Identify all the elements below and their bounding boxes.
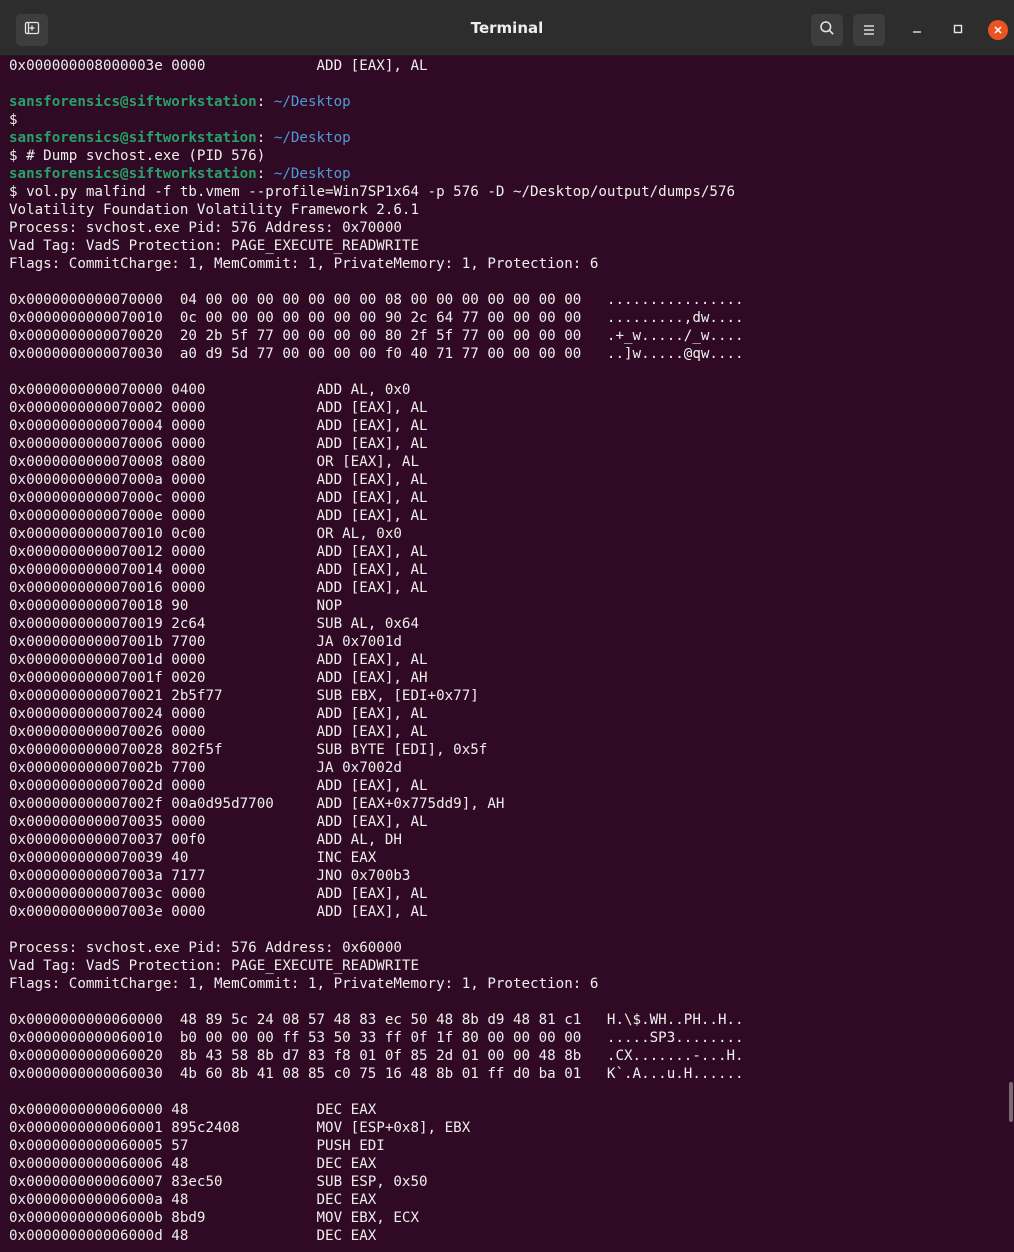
output-line: 0x000000000007003c 0000 ADD [EAX], AL bbox=[9, 886, 428, 902]
output-line: Process: svchost.exe Pid: 576 Address: 0… bbox=[9, 220, 402, 236]
prompt-path: ~/Desktop bbox=[273, 130, 351, 146]
close-icon bbox=[994, 23, 1002, 37]
output-line: 0x0000000000070012 0000 ADD [EAX], AL bbox=[9, 544, 428, 560]
output-line: $ # Dump svchost.exe (PID 576) bbox=[9, 148, 266, 164]
prompt-path: ~/Desktop bbox=[273, 94, 351, 110]
terminal-output[interactable]: 0x000000008000003e 0000 ADD [EAX], AL san… bbox=[0, 56, 1014, 1252]
output-line: 0x0000000000060030 4b 60 8b 41 08 85 c0 … bbox=[9, 1066, 744, 1082]
output-line: Vad Tag: VadS Protection: PAGE_EXECUTE_R… bbox=[9, 238, 419, 254]
scrollbar-thumb[interactable] bbox=[1009, 1082, 1013, 1122]
output-line: 0x0000000000070002 0000 ADD [EAX], AL bbox=[9, 400, 428, 416]
search-button[interactable] bbox=[811, 14, 843, 46]
menu-button[interactable] bbox=[853, 14, 885, 46]
output-line: 0x0000000000070010 0c00 OR AL, 0x0 bbox=[9, 526, 402, 542]
output-line: 0x000000000007002b 7700 JA 0x7002d bbox=[9, 760, 402, 776]
output-line: 0x0000000000060000 48 DEC EAX bbox=[9, 1102, 377, 1118]
output-line: 0x000000000006000d 48 DEC EAX bbox=[9, 1228, 377, 1244]
output-line: 0x0000000000070026 0000 ADD [EAX], AL bbox=[9, 724, 428, 740]
new-tab-icon bbox=[24, 20, 40, 40]
output-line: 0x0000000000070014 0000 ADD [EAX], AL bbox=[9, 562, 428, 578]
hamburger-menu-icon bbox=[862, 21, 876, 40]
output-line: 0x000000000006000a 48 DEC EAX bbox=[9, 1192, 377, 1208]
output-line: 0x0000000000070004 0000 ADD [EAX], AL bbox=[9, 418, 428, 434]
output-line: 0x0000000000070008 0800 OR [EAX], AL bbox=[9, 454, 419, 470]
output-line: 0x0000000000070020 20 2b 5f 77 00 00 00 … bbox=[9, 328, 744, 344]
prompt-line: sansforensics@siftworkstation: ~/Desktop bbox=[9, 93, 744, 111]
output-line: $ bbox=[9, 112, 18, 128]
output-line: 0x0000000000070018 90 NOP bbox=[9, 598, 343, 614]
output-line: 0x0000000000070024 0000 ADD [EAX], AL bbox=[9, 706, 428, 722]
prompt-separator: : bbox=[256, 166, 274, 182]
maximize-icon bbox=[953, 23, 963, 38]
output-line: 0x000000000007001b 7700 JA 0x7001d bbox=[9, 634, 402, 650]
output-line: 0x0000000000070021 2b5f77 SUB EBX, [EDI+… bbox=[9, 688, 479, 704]
new-tab-button[interactable] bbox=[16, 14, 48, 46]
output-line: 0x0000000000060007 83ec50 SUB ESP, 0x50 bbox=[9, 1174, 428, 1190]
output-line: $ vol.py malfind -f tb.vmem --profile=Wi… bbox=[9, 184, 736, 200]
close-button[interactable] bbox=[988, 20, 1008, 40]
output-line: 0x000000000007000c 0000 ADD [EAX], AL bbox=[9, 490, 428, 506]
output-line: 0x000000000006000b 8bd9 MOV EBX, ECX bbox=[9, 1210, 419, 1226]
prompt-separator: : bbox=[256, 94, 274, 110]
output-line: 0x0000000000070010 0c 00 00 00 00 00 00 … bbox=[9, 310, 744, 326]
output-line: 0x0000000000070006 0000 ADD [EAX], AL bbox=[9, 436, 428, 452]
prompt-user: sansforensics@siftworkstation bbox=[9, 94, 257, 110]
prompt-separator: : bbox=[256, 130, 274, 146]
maximize-button[interactable] bbox=[948, 20, 968, 40]
output-line: 0x0000000000070000 0400 ADD AL, 0x0 bbox=[9, 382, 411, 398]
search-icon bbox=[819, 20, 835, 40]
terminal-window: Terminal 0x000000008000003e 0000 ADD [EA… bbox=[0, 0, 1014, 1252]
output-line: 0x0000000000060000 48 89 5c 24 08 57 48 … bbox=[9, 1012, 744, 1028]
prompt-user: sansforensics@siftworkstation bbox=[9, 166, 257, 182]
output-line: 0x000000000007001f 0020 ADD [EAX], AH bbox=[9, 670, 428, 686]
prompt-user: sansforensics@siftworkstation bbox=[9, 130, 257, 146]
output-line: 0x0000000000070035 0000 ADD [EAX], AL bbox=[9, 814, 428, 830]
output-line: 0x0000000000070028 802f5f SUB BYTE [EDI]… bbox=[9, 742, 488, 758]
output-line: 0x000000000007002f 00a0d95d7700 ADD [EAX… bbox=[9, 796, 505, 812]
output-line: 0x0000000000060005 57 PUSH EDI bbox=[9, 1138, 385, 1154]
terminal-lines: 0x000000008000003e 0000 ADD [EAX], AL san… bbox=[9, 57, 744, 1245]
output-line: 0x0000000000060010 b0 00 00 00 ff 53 50 … bbox=[9, 1030, 744, 1046]
output-line: 0x0000000000070019 2c64 SUB AL, 0x64 bbox=[9, 616, 419, 632]
output-line: Process: svchost.exe Pid: 576 Address: 0… bbox=[9, 940, 402, 956]
output-line: Flags: CommitCharge: 1, MemCommit: 1, Pr… bbox=[9, 976, 599, 992]
output-line: 0x0000000000060006 48 DEC EAX bbox=[9, 1156, 377, 1172]
title-bar: Terminal bbox=[0, 0, 1014, 56]
output-line: Vad Tag: VadS Protection: PAGE_EXECUTE_R… bbox=[9, 958, 419, 974]
output-line: 0x000000000007003e 0000 ADD [EAX], AL bbox=[9, 904, 428, 920]
output-line: 0x0000000000070030 a0 d9 5d 77 00 00 00 … bbox=[9, 346, 744, 362]
minimize-button[interactable] bbox=[907, 20, 927, 40]
output-line: 0x000000000007001d 0000 ADD [EAX], AL bbox=[9, 652, 428, 668]
prompt-path: ~/Desktop bbox=[273, 166, 351, 182]
output-line: 0x0000000000060001 895c2408 MOV [ESP+0x8… bbox=[9, 1120, 471, 1136]
output-line: 0x000000008000003e 0000 ADD [EAX], AL bbox=[9, 58, 428, 74]
output-line: 0x0000000000070016 0000 ADD [EAX], AL bbox=[9, 580, 428, 596]
output-line: Volatility Foundation Volatility Framewo… bbox=[9, 202, 419, 218]
minimize-icon bbox=[912, 23, 922, 38]
output-line: 0x000000000007000a 0000 ADD [EAX], AL bbox=[9, 472, 428, 488]
output-line: 0x0000000000060020 8b 43 58 8b d7 83 f8 … bbox=[9, 1048, 744, 1064]
output-line: 0x0000000000070037 00f0 ADD AL, DH bbox=[9, 832, 402, 848]
output-line: 0x000000000007002d 0000 ADD [EAX], AL bbox=[9, 778, 428, 794]
output-line: Flags: CommitCharge: 1, MemCommit: 1, Pr… bbox=[9, 256, 599, 272]
prompt-line: sansforensics@siftworkstation: ~/Desktop bbox=[9, 165, 744, 183]
output-line: 0x000000000007003a 7177 JNO 0x700b3 bbox=[9, 868, 411, 884]
output-line: 0x0000000000070000 04 00 00 00 00 00 00 … bbox=[9, 292, 744, 308]
scrollbar[interactable] bbox=[1008, 56, 1014, 1252]
prompt-line: sansforensics@siftworkstation: ~/Desktop bbox=[9, 129, 744, 147]
output-line: 0x000000000007000e 0000 ADD [EAX], AL bbox=[9, 508, 428, 524]
output-line: 0x0000000000070039 40 INC EAX bbox=[9, 850, 377, 866]
